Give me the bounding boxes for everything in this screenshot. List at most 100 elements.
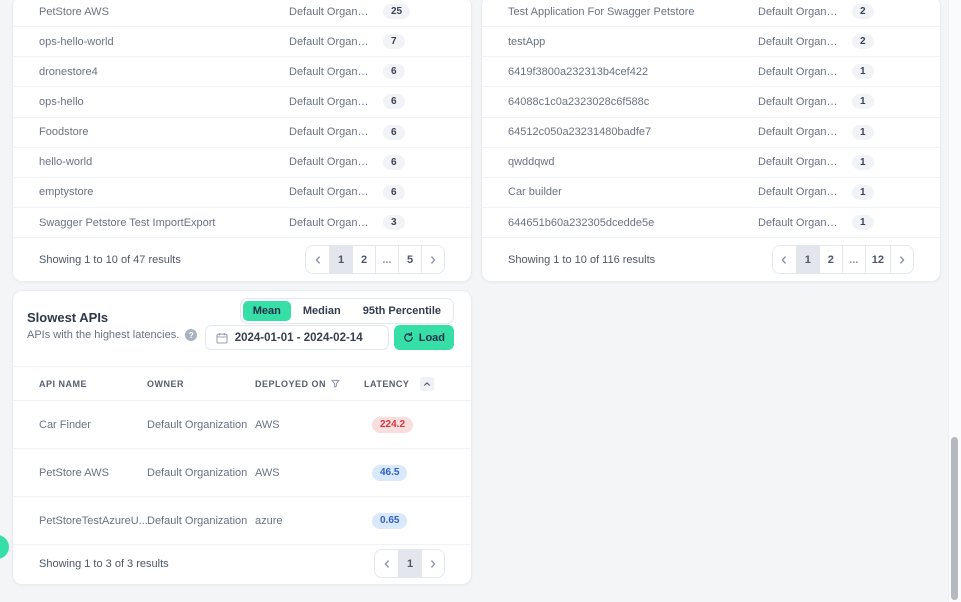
- table-row[interactable]: Test Application For Swagger Petstore De…: [482, 0, 940, 27]
- count-badge: 1: [852, 155, 874, 170]
- table-row[interactable]: 64088c1c0a2323028c6f588c Default Organiz…: [482, 87, 940, 117]
- owner-name: Default Organization: [758, 186, 838, 198]
- apis-usage-card: PetStore AWS Default Organization 25 ops…: [12, 0, 472, 282]
- column-header-latency: LATENCY: [364, 377, 445, 391]
- slowest-apis-card: Slowest APIs APIs with the highest laten…: [12, 290, 472, 585]
- count-badge: 1: [852, 215, 874, 230]
- owner-name: Default Organization: [758, 66, 838, 78]
- next-page-button[interactable]: [421, 550, 444, 577]
- table-row[interactable]: emptystore Default Organization 6: [13, 178, 471, 208]
- latency-badge: 224.2: [372, 417, 413, 433]
- table-row[interactable]: hello-world Default Organization 6: [13, 148, 471, 178]
- api-name: Swagger Petstore Test ImportExport: [39, 217, 289, 229]
- tab-median[interactable]: Median: [293, 301, 351, 321]
- date-range-input[interactable]: 2024-01-01 - 2024-02-14: [205, 325, 389, 350]
- owner-name: Default Organization: [758, 156, 838, 168]
- pagination: 1: [374, 549, 445, 578]
- next-page-button[interactable]: [421, 246, 444, 273]
- application-name: 64512c050a23231480badfe7: [508, 126, 758, 138]
- prev-page-button[interactable]: [375, 550, 398, 577]
- latency-label: LATENCY: [364, 379, 409, 389]
- floating-widget-button[interactable]: [0, 535, 9, 559]
- owner-name: Default Organization: [289, 6, 369, 18]
- table-row[interactable]: Swagger Petstore Test ImportExport Defau…: [13, 208, 471, 238]
- api-name: PetStore AWS: [39, 467, 147, 479]
- table-row[interactable]: dronestore4 Default Organization 6: [13, 57, 471, 87]
- table-row[interactable]: PetStore AWS Default Organization AWS 46…: [13, 449, 471, 497]
- application-name: qwddqwd: [508, 156, 758, 168]
- page-button-1[interactable]: 1: [398, 550, 421, 577]
- page-button-last[interactable]: 5: [398, 246, 421, 273]
- prev-page-button[interactable]: [773, 246, 796, 273]
- count-badge: 1: [852, 185, 874, 200]
- application-name: Test Application For Swagger Petstore: [508, 6, 758, 18]
- help-icon[interactable]: ?: [185, 329, 197, 341]
- page-button-2[interactable]: 2: [352, 246, 375, 273]
- next-page-button[interactable]: [890, 246, 913, 273]
- page-button-1[interactable]: 1: [329, 246, 352, 273]
- count-badge: 6: [383, 94, 405, 109]
- prev-page-button[interactable]: [306, 246, 329, 273]
- owner-name: Default Organization: [289, 186, 369, 198]
- owner-name: Default Organization: [289, 126, 369, 138]
- refresh-icon: [403, 332, 414, 343]
- owner-name: Default Organization: [289, 96, 369, 108]
- chevron-right-icon: [897, 255, 907, 265]
- tab-mean[interactable]: Mean: [243, 301, 291, 321]
- table-row[interactable]: ops-hello Default Organization 6: [13, 87, 471, 117]
- owner-name: Default Organization: [758, 126, 838, 138]
- application-name: testApp: [508, 36, 758, 48]
- table-row[interactable]: 6419f3800a232313b4cef422 Default Organiz…: [482, 57, 940, 87]
- count-badge: 6: [383, 155, 405, 170]
- section-subtitle: APIs with the highest latencies. ?: [27, 329, 197, 341]
- page-button-2[interactable]: 2: [819, 246, 842, 273]
- count-badge: 1: [852, 64, 874, 79]
- api-name: Car Finder: [39, 419, 147, 431]
- page-button-last[interactable]: 12: [865, 246, 890, 273]
- table-footer: Showing 1 to 10 of 116 results 1 2 ... 1…: [482, 238, 940, 281]
- table-row[interactable]: ops-hello-world Default Organization 7: [13, 27, 471, 57]
- page-button-1[interactable]: 1: [796, 246, 819, 273]
- sort-ascending-icon[interactable]: [420, 377, 434, 391]
- chevron-left-icon: [779, 255, 789, 265]
- chevron-right-icon: [428, 559, 438, 569]
- table-row[interactable]: Car builder Default Organization 1: [482, 178, 940, 208]
- application-name: 64088c1c0a2323028c6f588c: [508, 96, 758, 108]
- table-row[interactable]: testApp Default Organization 2: [482, 27, 940, 57]
- table-row[interactable]: Car Finder Default Organization AWS 224.…: [13, 401, 471, 449]
- filter-icon[interactable]: [331, 379, 340, 388]
- section-title: Slowest APIs: [27, 310, 108, 325]
- application-name: 6419f3800a232313b4cef422: [508, 66, 758, 78]
- table-footer: Showing 1 to 10 of 47 results 1 2 ... 5: [13, 238, 471, 281]
- owner-name: Default Organization: [289, 66, 369, 78]
- table-row[interactable]: qwddqwd Default Organization 1: [482, 148, 940, 178]
- owner-name: Default Organization: [289, 156, 369, 168]
- api-name: dronestore4: [39, 66, 289, 78]
- owner-name: Default Organization: [758, 36, 838, 48]
- table-row[interactable]: 64512c050a23231480badfe7 Default Organiz…: [482, 118, 940, 148]
- load-button[interactable]: Load: [394, 325, 454, 350]
- count-badge: 6: [383, 64, 405, 79]
- count-badge: 6: [383, 185, 405, 200]
- api-name: emptystore: [39, 186, 289, 198]
- deployed-on-label: DEPLOYED ON: [255, 379, 326, 389]
- tab-95th-percentile[interactable]: 95th Percentile: [353, 301, 451, 321]
- table-row[interactable]: PetStore AWS Default Organization 25: [13, 0, 471, 27]
- table-row[interactable]: Foodstore Default Organization 6: [13, 118, 471, 148]
- latency-badge: 46.5: [372, 465, 407, 481]
- owner-name: Default Organization: [289, 217, 369, 229]
- count-badge: 1: [852, 94, 874, 109]
- table-row[interactable]: PetStoreTestAzureU... Default Organizati…: [13, 497, 471, 545]
- table-row[interactable]: 644651b60a232305dcedde5e Default Organiz…: [482, 208, 940, 238]
- pagination: 1 2 ... 12: [772, 245, 914, 274]
- count-badge: 1: [852, 125, 874, 140]
- deployed-on-value: AWS: [255, 419, 364, 431]
- owner-name: Default Organization: [758, 217, 838, 229]
- applications-usage-card: Test Application For Swagger Petstore De…: [481, 0, 941, 282]
- scrollbar-thumb[interactable]: [951, 437, 958, 600]
- column-header-owner: OWNER: [147, 379, 255, 389]
- deployed-on-value: azure: [255, 515, 364, 527]
- column-header-deployed-on: DEPLOYED ON: [255, 379, 364, 389]
- section-subtitle-text: APIs with the highest latencies.: [27, 329, 179, 341]
- page-ellipsis: ...: [375, 246, 398, 273]
